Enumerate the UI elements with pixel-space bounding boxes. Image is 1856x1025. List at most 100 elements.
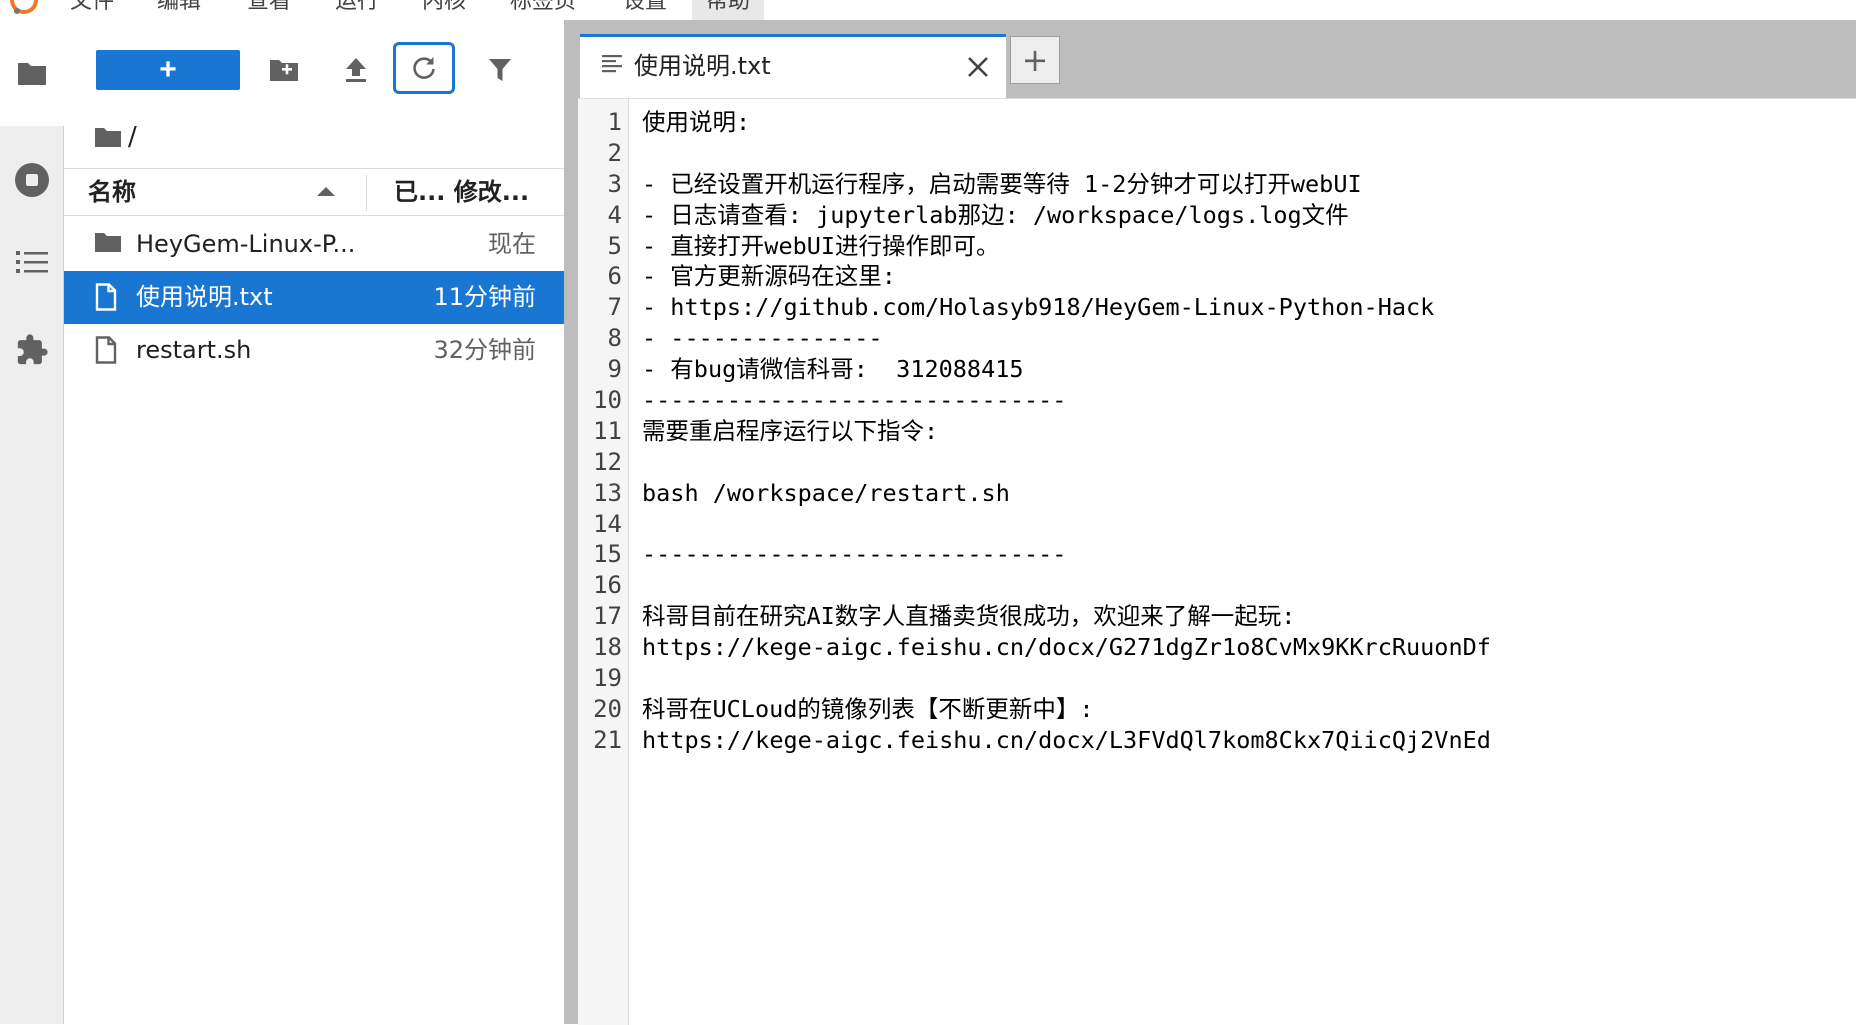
line-number: 20 [593,694,622,723]
line-number: 14 [593,509,622,538]
folder-icon [95,233,121,252]
code-line[interactable]: - https://github.com/Holasyb918/HeyGem-L… [642,292,1491,323]
folder-icon-wrap [94,230,122,258]
list-item[interactable]: restart.sh 32分钟前 [64,324,564,377]
code-line[interactable]: - 已经设置开机运行程序，启动需要等待 1-2分钟才可以打开webUI [642,169,1491,200]
panel-splitter[interactable] [564,20,578,1024]
column-header-modified[interactable]: 已... 修改... [394,169,529,215]
code-line[interactable]: - 直接打开webUI进行操作即可。 [642,231,1491,262]
text-editor[interactable]: 1 2 3 4 5 6 7 8 9 10 11 12 13 14 15 16 17 18 19 20 21 使用说明: -… [578,98,1856,1025]
menu-item[interactable]: 设置 [609,0,681,20]
toc-icon [15,251,48,273]
breadcrumb-root[interactable]: / [128,122,137,152]
code-line[interactable]: 科哥在UCLoud的镜像列表【不断更新中】: [642,694,1491,725]
menu-bar: 文件 编辑 查看 运行 内核 标签页 设置 帮助 [0,0,1856,21]
code-line[interactable] [642,663,1491,694]
line-number: 21 [593,725,622,754]
line-number: 13 [593,478,622,507]
table-of-contents-tab[interactable] [0,232,63,292]
code-line[interactable]: 需要重启程序运行以下指令: [642,416,1491,447]
menu-item[interactable]: 内核 [408,0,480,20]
file-browser-tab[interactable] [0,20,64,126]
menu-item[interactable]: 编辑 [143,0,215,20]
code-line[interactable] [642,509,1491,540]
add-tab-button[interactable]: + [1010,36,1060,84]
upload-button[interactable] [334,48,378,92]
refresh-button[interactable] [393,42,455,94]
menu-item[interactable]: 帮助 [692,0,765,20]
line-number: 7 [607,293,622,322]
line-number: 3 [607,169,622,198]
line-number: 10 [593,386,622,415]
running-sessions-tab[interactable] [0,150,63,210]
file-name: HeyGem-Linux-P... [136,230,356,258]
code-line[interactable]: bash /workspace/restart.sh [642,478,1491,509]
code-line[interactable]: ------------------------------ [642,385,1491,416]
menu-item[interactable]: 查看 [233,0,305,20]
line-number: 8 [607,324,622,353]
menu-item[interactable]: 标签页 [496,0,590,20]
jupyter-logo-dot [14,8,20,14]
file-icon [95,336,117,364]
column-header-name[interactable]: 名称 [88,169,136,215]
code-line[interactable]: 使用说明: [642,107,1491,138]
menu-item[interactable]: 文件 [56,0,128,20]
line-number: 16 [593,571,622,600]
line-number: 1 [607,108,622,136]
list-item[interactable]: HeyGem-Linux-P... 现在 [64,218,564,271]
tab-usage-txt[interactable]: 使用说明.txt [580,34,1006,98]
text-file-icon [602,55,622,73]
tab-label: 使用说明.txt [634,52,771,80]
file-icon-wrap [94,336,122,364]
code-line[interactable]: - --------------- [642,323,1491,354]
code-line[interactable] [642,447,1491,478]
new-launcher-button[interactable]: + [96,50,240,90]
file-icon-wrap [94,283,122,311]
code-line[interactable]: https://kege-aigc.feishu.cn/docx/L3FVdQl… [642,725,1491,756]
file-list: HeyGem-Linux-P... 现在使用说明.txt 11分钟前 restart.… [64,218,564,377]
line-number: 4 [607,200,622,229]
code-line[interactable] [642,570,1491,601]
file-list-header: 名称 已... 修改... [64,168,564,216]
code-line[interactable]: ------------------------------ [642,539,1491,570]
code-line[interactable]: - 官方更新源码在这里: [642,261,1491,292]
line-number: 18 [593,633,622,662]
code-line[interactable]: 科哥目前在研究AI数字人直播卖货很成功，欢迎来了解一起玩: [642,601,1491,632]
file-browser-toolbar: + [64,20,564,120]
upload-icon [346,58,366,82]
code-line[interactable]: - 日志请查看: jupyterlab那边: /workspace/logs.l… [642,200,1491,231]
list-item[interactable]: 使用说明.txt 11分钟前 [64,271,564,324]
code-line[interactable] [642,138,1491,169]
code-line[interactable]: - 有bug请微信科哥: 312088415 [642,354,1491,385]
line-number-gutter: 1 2 3 4 5 6 7 8 9 10 11 12 13 14 15 16 17 18 19 20 21 [578,99,629,1025]
editor-content[interactable]: 使用说明: - 已经设置开机运行程序，启动需要等待 1-2分钟才可以打开webUI… [642,107,1491,756]
column-divider[interactable] [366,175,367,211]
file-name: 使用说明.txt [136,283,273,311]
close-icon[interactable] [964,53,992,81]
new-folder-button[interactable] [262,48,306,92]
file-icon [95,283,117,311]
filter-button[interactable] [478,48,522,92]
extension-manager-tab[interactable] [0,320,63,380]
extension-icon [17,334,48,365]
file-browser: + / 名称 已... 修改... HeyGem-Linux-P... 现在 使… [64,20,564,1024]
menu-item[interactable]: 运行 [321,0,393,20]
line-number: 17 [593,602,622,631]
plus-icon: + [159,53,177,86]
code-line[interactable]: https://kege-aigc.feishu.cn/docx/G271dgZ… [642,632,1491,663]
line-number: 2 [607,138,622,167]
home-folder-icon[interactable] [94,125,122,149]
file-modified-time: 现在 [488,230,536,258]
editor-tab-bar: 使用说明.txt + [578,20,1856,98]
activity-bar [0,20,64,1024]
sort-ascending-icon [317,187,335,196]
file-modified-time: 11分钟前 [433,283,536,311]
line-number: 11 [593,416,622,445]
line-number: 15 [593,540,622,569]
running-icon [14,163,49,197]
line-number: 5 [607,231,622,260]
file-modified-time: 32分钟前 [433,336,536,364]
line-number: 6 [607,262,622,291]
plus-icon: + [1021,41,1049,79]
breadcrumb: / [94,120,137,154]
